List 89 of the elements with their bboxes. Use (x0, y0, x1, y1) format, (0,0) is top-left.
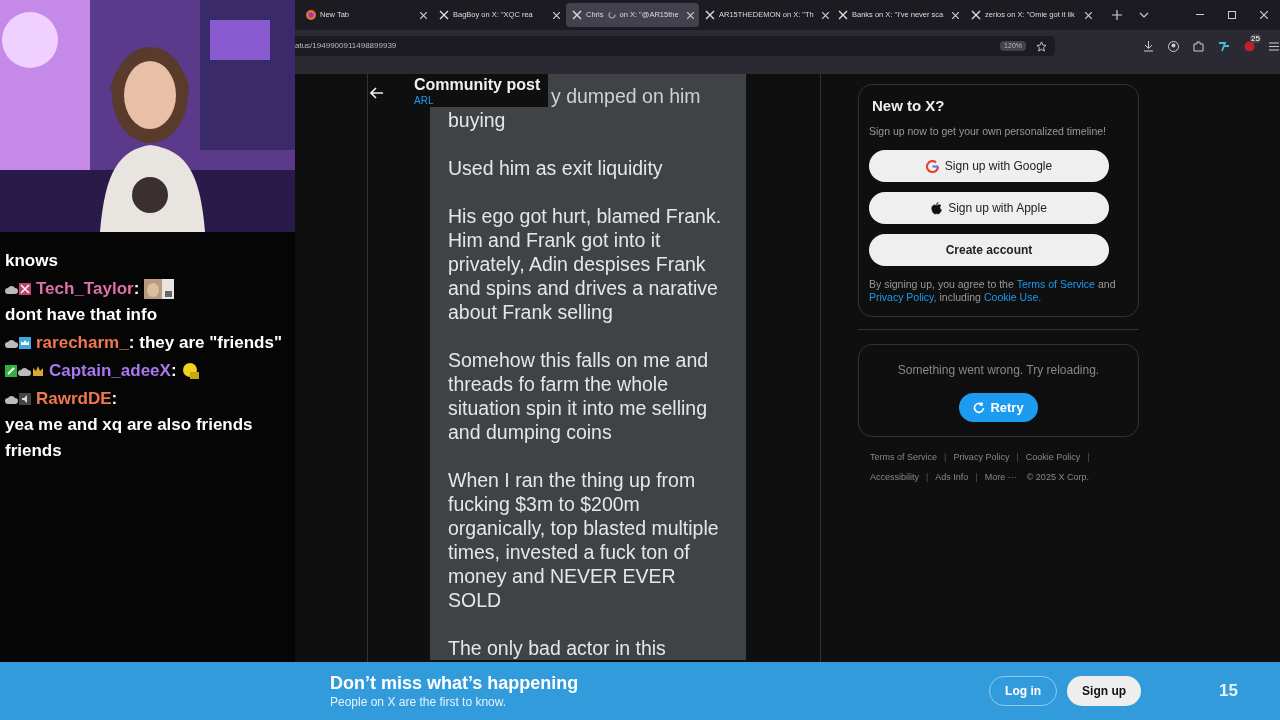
chat-username: RawrdDE (36, 388, 112, 410)
card-title: New to X? (872, 96, 946, 116)
close-icon[interactable] (420, 11, 427, 19)
legal-text: and (1097, 278, 1116, 292)
back-arrow-icon[interactable] (370, 87, 384, 99)
x-logo-icon (705, 10, 715, 20)
cloud-badge-icon (5, 393, 18, 405)
post-image-text: buying (448, 108, 507, 132)
chat-username: Captain_adeeX (49, 360, 171, 382)
chat-message: they are "friends" (139, 332, 283, 354)
crown-badge-icon (19, 337, 31, 349)
close-icon[interactable] (1085, 11, 1092, 19)
cross-badge-icon (19, 283, 31, 295)
speaker-badge-icon (19, 393, 31, 405)
banner-subtitle: People on X are the first to know. (330, 694, 508, 710)
legal-link[interactable]: Privacy Policy, (869, 291, 937, 305)
banner-title: Don’t miss what’s happening (330, 672, 579, 694)
footer-link[interactable]: More ··· (984, 470, 1017, 485)
post-image-text: When I ran the thing up from fucking $3m to $200m organically, top blasted multiple times, invested a fuck ton of money and NEVER EVER SOLD (448, 468, 720, 612)
new-tab-icon[interactable] (1112, 10, 1122, 20)
extensions-icon[interactable] (1193, 40, 1204, 52)
community-link[interactable]: ARL (414, 95, 541, 107)
close-icon[interactable] (553, 11, 560, 19)
legal-link[interactable]: Cookie Use. (983, 291, 1042, 305)
close-icon[interactable] (952, 11, 959, 19)
chat-message: yea me and xq are also friends friends (5, 414, 254, 462)
cloud-badge-icon (5, 337, 18, 349)
apple-logo-icon (931, 201, 943, 215)
extension-icon[interactable] (1244, 40, 1255, 52)
x-logo-icon (838, 10, 848, 20)
firefox-icon (306, 10, 316, 20)
url-text: atus/1949900911498899939 (295, 40, 397, 52)
post-image-text: Used him as exit liquidity (448, 156, 664, 180)
chat-username: rarecharm_ (36, 332, 129, 354)
post-image-text: Somehow this falls on me and threads fo farm the whole situation spin it into me selling and dumping coins (448, 348, 710, 444)
legal-text: By signing up, you agree to the (869, 278, 1014, 292)
separator: | (1087, 451, 1090, 465)
google-signup-button[interactable]: Sign up with Google (869, 150, 1109, 183)
legal-text: including (939, 291, 981, 305)
post-image-text: The only bad actor in this (448, 636, 667, 660)
download-icon[interactable] (1143, 40, 1154, 52)
chat-separator: : (133, 278, 140, 300)
extension-icon[interactable] (1218, 40, 1230, 52)
chat-message: dont have that info (5, 304, 158, 326)
footer-link[interactable]: Cookie Policy (1025, 451, 1081, 465)
x-logo-icon (439, 10, 449, 20)
apple-signup-button[interactable]: Sign up with Apple (869, 192, 1109, 225)
chat-separator: : (128, 332, 135, 354)
close-icon[interactable] (1260, 11, 1268, 19)
signup-button[interactable]: Sign up (1067, 676, 1142, 706)
chat-separator: : (111, 388, 118, 410)
x-logo-icon (971, 10, 981, 20)
chat-message: knows (5, 250, 58, 272)
footer-link[interactable]: Privacy Policy (953, 451, 1010, 465)
crown-badge-icon (32, 365, 44, 377)
sword-badge-icon (5, 365, 17, 377)
minimize-icon[interactable] (1196, 14, 1204, 16)
card-subtitle: Sign up now to get your own personalized timeline! (869, 123, 1107, 139)
close-icon[interactable] (821, 11, 829, 19)
post-image-text: y dumped on him (551, 85, 701, 107)
chevron-down-icon[interactable] (1139, 12, 1149, 18)
emoji-icon (181, 362, 200, 380)
separator: | (944, 451, 947, 465)
error-message: Something went wrong. Try reloading. (897, 362, 1100, 380)
refresh-icon (973, 401, 986, 414)
chat-username: Tech_Taylor (36, 278, 134, 300)
cloud-badge-icon (5, 283, 18, 295)
chat-separator: : (170, 360, 177, 382)
legal-link[interactable]: Terms of Service (1016, 278, 1095, 292)
x-logo-icon (572, 10, 582, 20)
menu-icon[interactable] (1269, 41, 1279, 51)
footer-link[interactable]: Accessibility (870, 470, 919, 485)
star-icon[interactable] (1036, 40, 1047, 52)
notification-badge: 25 (1250, 33, 1261, 43)
account-icon[interactable] (1168, 40, 1179, 52)
create-account-button[interactable]: Create account (869, 234, 1109, 267)
footer-link[interactable]: Ads Info (935, 470, 969, 485)
footer-link[interactable]: © 2025 X Corp. (1026, 470, 1089, 485)
separator: | (975, 470, 978, 484)
post-image-text: His ego got hurt, blamed Frank. Him and Frank got into it privately, Adin despises Frank and spins and drives a narative about Frank selling (448, 204, 723, 324)
footer-link[interactable]: Terms of Service (870, 451, 938, 465)
cloud-badge-icon (18, 365, 31, 377)
separator: | (1016, 451, 1019, 465)
page-title: Community post (414, 75, 541, 95)
close-icon[interactable] (686, 11, 694, 19)
stream-timer: 15 (1219, 680, 1238, 703)
restore-icon[interactable] (1228, 11, 1236, 19)
separator: | (926, 470, 929, 484)
google-logo-icon (925, 159, 939, 173)
